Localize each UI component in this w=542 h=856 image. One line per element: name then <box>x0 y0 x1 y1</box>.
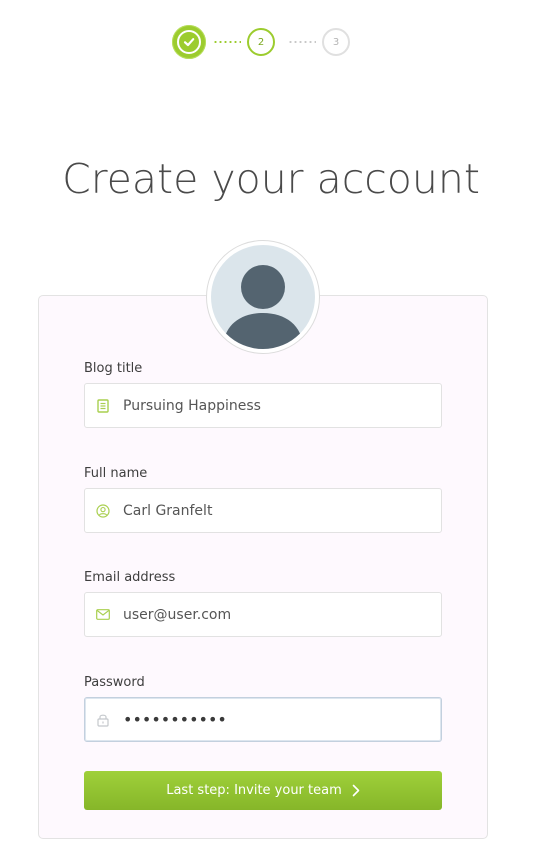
invite-team-button[interactable]: Last step: Invite your team <box>84 771 442 810</box>
step-connector-pending <box>288 41 316 43</box>
blog-title-input[interactable] <box>123 384 441 427</box>
envelope-icon <box>95 607 111 623</box>
email-box[interactable] <box>84 592 442 637</box>
password-box[interactable]: ••••••••••• <box>84 697 442 742</box>
step-1-complete <box>172 25 206 59</box>
full-name-label: Full name <box>84 466 148 481</box>
user-icon <box>95 503 111 519</box>
document-icon <box>95 398 111 414</box>
email-label: Email address <box>84 570 176 585</box>
full-name-input[interactable] <box>123 489 441 532</box>
step-2-current: 2 <box>247 28 275 56</box>
avatar-upload[interactable] <box>206 240 320 354</box>
user-silhouette-icon <box>223 265 303 349</box>
invite-team-button-label: Last step: Invite your team <box>166 783 342 798</box>
progress-stepper: 2 3 <box>0 25 542 59</box>
password-label: Password <box>84 675 145 690</box>
blog-title-field: Blog title <box>84 360 442 428</box>
password-field: Password ••••••••••• <box>84 674 442 742</box>
chevron-right-icon <box>352 784 360 797</box>
page-title: Create your account <box>62 155 480 203</box>
email-field: Email address <box>84 569 442 637</box>
full-name-field: Full name <box>84 465 442 533</box>
full-name-box[interactable] <box>84 488 442 533</box>
check-circle-icon <box>177 30 201 54</box>
avatar <box>211 245 315 349</box>
blog-title-box[interactable] <box>84 383 442 428</box>
step-3-pending: 3 <box>322 28 350 56</box>
password-input[interactable]: ••••••••••• <box>123 698 441 741</box>
email-input[interactable] <box>123 593 441 636</box>
blog-title-label: Blog title <box>84 361 143 376</box>
lock-icon <box>95 712 111 728</box>
step-connector-complete <box>213 41 241 43</box>
